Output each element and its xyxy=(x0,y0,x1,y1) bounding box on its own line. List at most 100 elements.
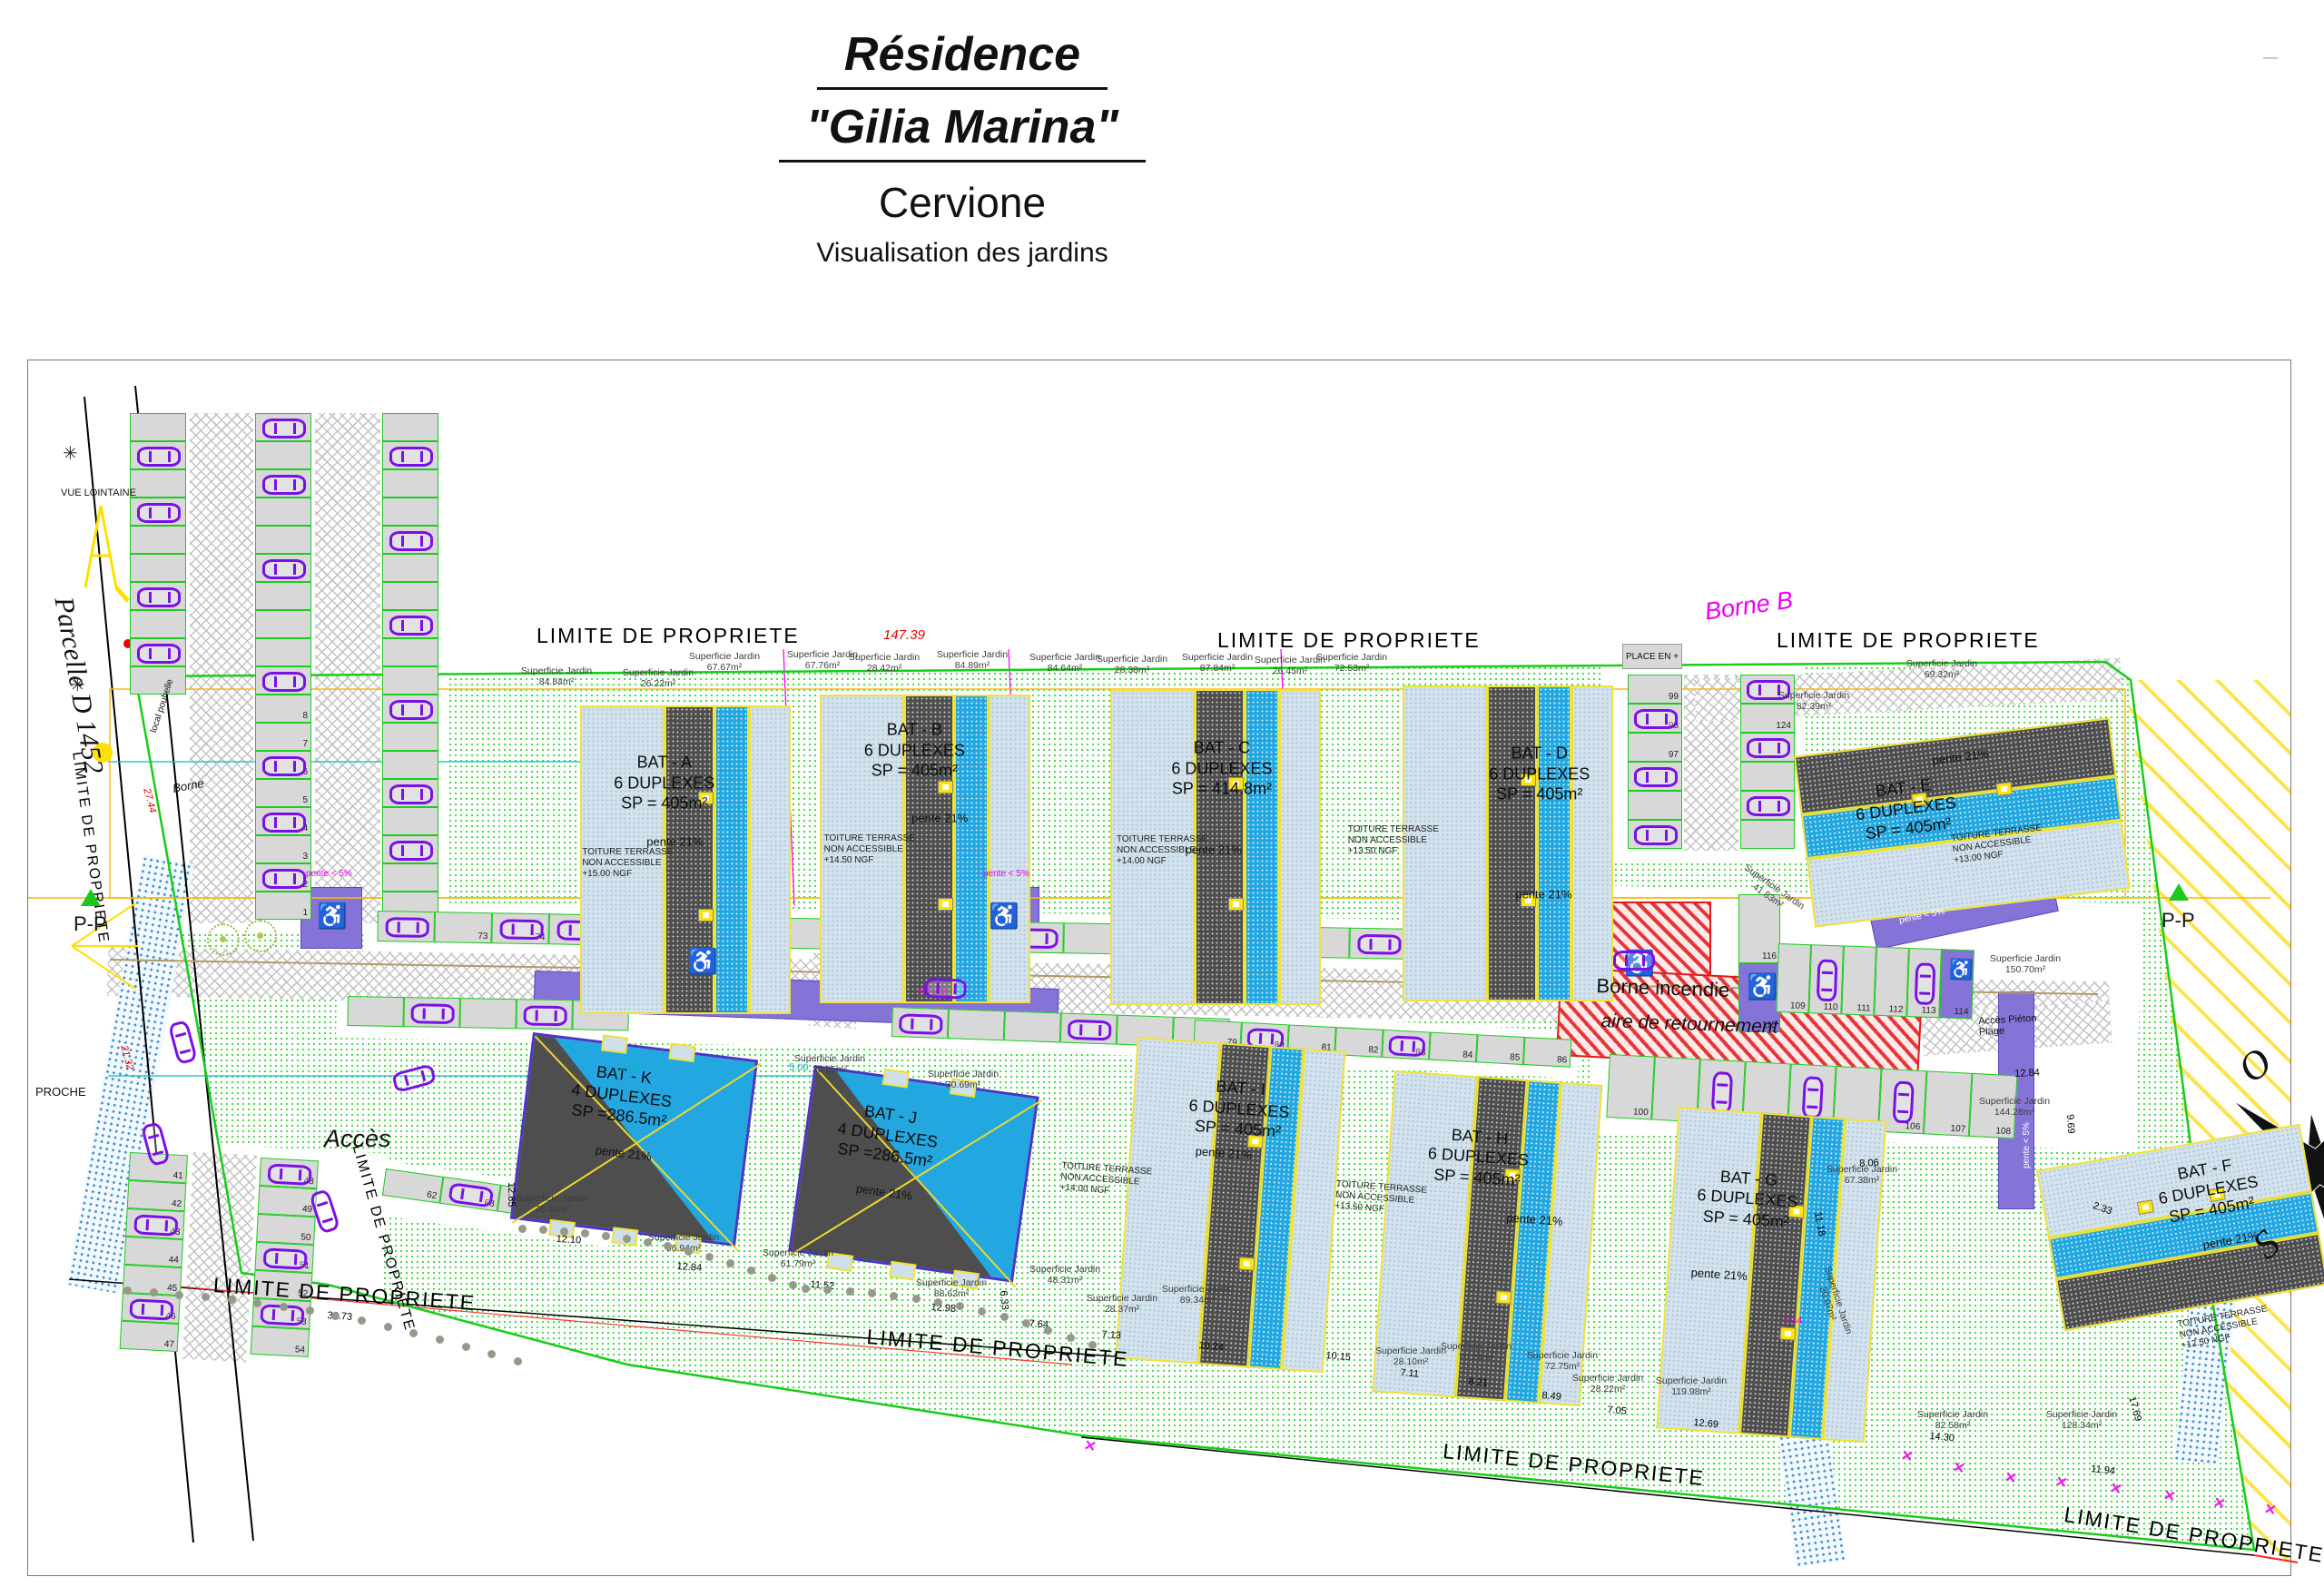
garden-surface-label: Superficie Jardin150.70m² xyxy=(1990,953,2061,975)
plan-drawing: 8765432141424344454647484950515253546263… xyxy=(27,360,2291,1576)
car-icon xyxy=(262,419,306,439)
path-dot xyxy=(768,1274,776,1282)
parking-stall: 84 xyxy=(1429,1032,1478,1063)
dimension-label: 5.00 xyxy=(789,1062,808,1073)
stall-number: 112 xyxy=(1888,1004,1903,1015)
title-residence: Résidence xyxy=(817,27,1108,90)
car-icon xyxy=(262,813,306,833)
parking-stall xyxy=(130,526,186,554)
stall-number: 3 xyxy=(302,852,308,862)
parking-stall xyxy=(130,610,186,638)
car-icon xyxy=(133,1214,178,1236)
parking-stall: 111 xyxy=(1841,946,1876,1016)
pp-marker-icon xyxy=(81,889,101,906)
stall-number: 106 xyxy=(1905,1121,1920,1132)
dimension-label: 6.33 xyxy=(998,1290,1010,1310)
garden-surface-label: Superficie Jardin88.62m² xyxy=(916,1277,987,1299)
building-surface: SP = 405m² xyxy=(1489,784,1590,805)
path-dot xyxy=(175,1291,183,1299)
parking-stall: 97 xyxy=(1628,733,1682,762)
building-label: BAT - H6 DUPLEXESSP = 405m² xyxy=(1426,1123,1531,1191)
parking-stall: 4 xyxy=(255,807,311,835)
parking-stall: 1 xyxy=(255,892,311,920)
garden-surface-label: Superficie Jardin84.84m² xyxy=(521,665,592,687)
building-name: BAT - A xyxy=(614,752,714,773)
parking-stall xyxy=(382,554,438,582)
handicap-icon: ♿ xyxy=(687,947,718,976)
pp-marker-icon xyxy=(2169,883,2189,901)
garden-surface-label: Superficie Jardin128.34m² xyxy=(2046,1409,2117,1431)
terrace-pad xyxy=(889,1261,916,1281)
parking-stall xyxy=(255,526,311,554)
parking-block: 116115♿ xyxy=(1738,894,1780,1032)
garden-area-value: 67.76m² xyxy=(787,660,858,671)
dimension-label: 12.84 xyxy=(2014,1068,2040,1079)
rooflight xyxy=(938,898,953,911)
stall-number: 124 xyxy=(1776,721,1791,731)
slope-label: pente 21% xyxy=(911,812,968,825)
parking-block xyxy=(382,413,438,920)
car-icon xyxy=(262,475,306,495)
roof-terr xyxy=(989,695,1030,1003)
parking-stall: 73 xyxy=(434,912,492,943)
parking-stall xyxy=(382,610,438,638)
garden-label-text: Superficie Jardin xyxy=(521,665,592,676)
garden-label-text: Superficie Jardin xyxy=(1778,690,1849,701)
garden-area-value: 119.98m² xyxy=(1656,1386,1727,1397)
parking-stall xyxy=(1628,791,1682,820)
car-icon xyxy=(1613,951,1655,971)
roof-cyan xyxy=(714,705,748,1014)
garden-surface-label: Superficie Jardin70.24m² xyxy=(1441,1341,1512,1363)
garden-surface-label: Superficie Jardin69.32m² xyxy=(1906,658,1977,680)
garden-surface-label: Superficie Jardin86.94m² xyxy=(648,1232,719,1254)
handicap-icon: ♿ xyxy=(317,902,348,931)
dimension-label: 10.15 xyxy=(1325,1350,1351,1363)
parking-stall: 54 xyxy=(251,1326,310,1357)
plan-label: Borne incendie xyxy=(1596,974,1730,1002)
roof-terrace-label: TOITURE TERRASSE NON ACCESSIBLE +14.00 N… xyxy=(1059,1161,1152,1200)
building-label: BAT - A6 DUPLEXESSP = 405m² xyxy=(614,752,714,813)
garden-label-text: Superficie Jardin xyxy=(1097,654,1167,665)
stall-number: 42 xyxy=(172,1198,182,1209)
car-icon xyxy=(262,869,306,889)
parking-stall: 85 xyxy=(1476,1034,1525,1065)
garden-surface-label: Superficie Jardin28.10m² xyxy=(1375,1346,1446,1367)
car-icon xyxy=(1817,960,1838,1002)
car-icon xyxy=(1068,1019,1112,1040)
parking-stall xyxy=(382,807,438,835)
parking-stall: 113 xyxy=(1906,948,1942,1018)
car-icon xyxy=(262,559,306,579)
parking-stall xyxy=(130,498,186,526)
garden-surface-label: Superficie Jardin76.92m² xyxy=(517,1193,587,1215)
parking-stall xyxy=(948,1009,1005,1040)
parking-stall xyxy=(382,441,438,469)
garden-label-text: Superficie Jardin xyxy=(1316,652,1387,663)
car-icon xyxy=(410,1003,454,1024)
parking-stall xyxy=(1060,1012,1118,1044)
dimension-label: 7.13 xyxy=(1101,1329,1121,1341)
garden-area-value: 144.28m² xyxy=(1979,1107,2050,1118)
roof-terr xyxy=(1279,689,1321,1005)
dimension-label: 5.00 xyxy=(620,1062,639,1073)
parking-block xyxy=(130,413,186,695)
garden-label-text: Superficie Jardin xyxy=(1527,1350,1598,1361)
handicap-icon: ♿ xyxy=(1949,958,1974,982)
parking-block: 41424344454647 xyxy=(120,1152,188,1352)
car-icon xyxy=(385,917,428,938)
parking-stall: 114♿ xyxy=(1939,949,1974,1019)
roof-terr xyxy=(749,705,791,1014)
car-icon xyxy=(389,700,433,720)
parking-stall xyxy=(382,751,438,779)
parking-stall: 83 xyxy=(1382,1030,1431,1060)
garden-surface-label: Superficie Jardin84.64m² xyxy=(1029,652,1100,674)
parking-stall xyxy=(255,638,311,666)
parking-stall xyxy=(1628,820,1682,849)
building-label: BAT - G6 DUPLEXESSP = 405m² xyxy=(1695,1165,1800,1233)
dimension-label: 14.30 xyxy=(1929,1431,1955,1444)
parking-stall: 43 xyxy=(125,1208,185,1239)
building-units: 6 DUPLEXES xyxy=(1489,764,1590,784)
parking-stall xyxy=(382,498,438,526)
path-dot xyxy=(384,1323,392,1331)
boundary-label: LIMITE DE PROPRIETE xyxy=(1777,628,2040,653)
garden-surface-label: Superficie Jardin72.75m² xyxy=(1527,1350,1598,1372)
